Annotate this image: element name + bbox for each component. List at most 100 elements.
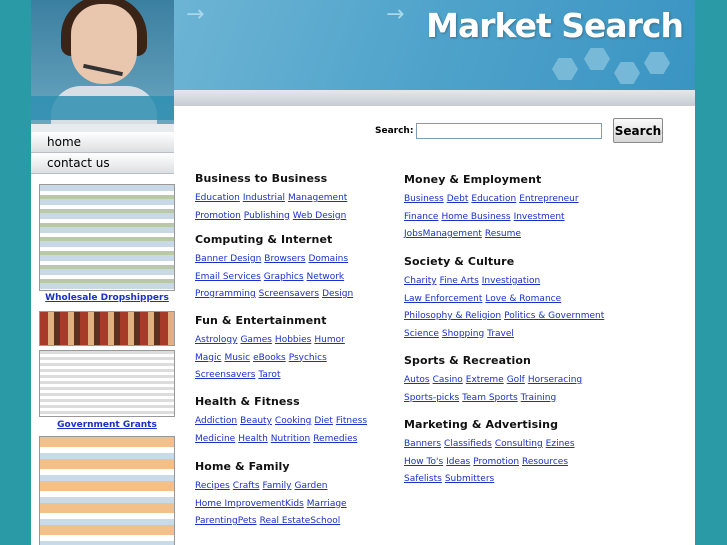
category-link-golf[interactable]: Golf <box>507 375 525 385</box>
category-link-music[interactable]: Music <box>224 353 250 363</box>
ad-image-dropshippers[interactable] <box>39 184 175 291</box>
category-link-love-romance[interactable]: Love & Romance <box>485 294 561 304</box>
category-link-sports-picks[interactable]: Sports-picks <box>404 393 459 403</box>
category-link-hobbies[interactable]: Hobbies <box>275 335 311 345</box>
category-link-games[interactable]: Games <box>240 335 271 345</box>
category-link-ideas[interactable]: Ideas <box>446 457 470 467</box>
category-link-education[interactable]: Education <box>471 194 516 204</box>
category-link-network[interactable]: Network <box>307 272 345 282</box>
category-link-ezines[interactable]: Ezines <box>546 439 575 449</box>
category-link-nutrition[interactable]: Nutrition <box>271 434 310 444</box>
category-link-home-improvementkids[interactable]: Home ImprovementKids <box>195 499 304 509</box>
category-link-philosophy-religion[interactable]: Philosophy & Religion <box>404 311 501 321</box>
ad-link-grants[interactable]: Government Grants <box>39 420 175 430</box>
category-link-remedies[interactable]: Remedies <box>313 434 357 444</box>
category-link-domains[interactable]: Domains <box>308 254 348 264</box>
category-link-jobsmanagement[interactable]: JobsManagement <box>404 229 482 239</box>
ad-thumbnail <box>40 351 174 416</box>
category-link-promotion[interactable]: Promotion <box>473 457 519 467</box>
category-link-screensavers[interactable]: Screensavers <box>259 289 319 299</box>
category-link-entrepreneur[interactable]: Entrepreneur <box>519 194 578 204</box>
category-link-family[interactable]: Family <box>263 481 292 491</box>
ad-image-grants[interactable] <box>39 350 175 417</box>
category-link-politics-government[interactable]: Politics & Government <box>504 311 604 321</box>
left-sidebar: home contact us Wholesale Dropshippers G… <box>31 124 175 545</box>
category-link-beauty[interactable]: Beauty <box>240 416 272 426</box>
hexagon-decoration <box>552 58 578 80</box>
category-link-recipes[interactable]: Recipes <box>195 481 230 491</box>
category-link-diet[interactable]: Diet <box>314 416 333 426</box>
category-link-business[interactable]: Business <box>404 194 444 204</box>
category-link-education[interactable]: Education <box>195 193 240 203</box>
category-link-medicine[interactable]: Medicine <box>195 434 235 444</box>
category-link-parentingpets[interactable]: ParentingPets <box>195 516 257 526</box>
category-link-charity[interactable]: Charity <box>404 276 437 286</box>
category-link-finance[interactable]: Finance <box>404 212 438 222</box>
link-row: Sports-picks Team Sports Training <box>404 390 604 408</box>
category-link-ebooks[interactable]: eBooks <box>253 353 286 363</box>
category-link-investigation[interactable]: Investigation <box>482 276 540 286</box>
category-link-humor[interactable]: Humor <box>314 335 344 345</box>
category-link-programming[interactable]: Programming <box>195 289 256 299</box>
search-input[interactable] <box>416 123 602 139</box>
ad-image-banner[interactable] <box>39 311 175 346</box>
category-link-email-services[interactable]: Email Services <box>195 272 261 282</box>
nav-contact-button[interactable]: contact us <box>31 153 174 174</box>
category-link-casino[interactable]: Casino <box>433 375 463 385</box>
category-link-law-enforcement[interactable]: Law Enforcement <box>404 294 482 304</box>
nav-home-button[interactable]: home <box>31 124 174 153</box>
category-link-screensavers[interactable]: Screensavers <box>195 370 255 380</box>
category-link-graphics[interactable]: Graphics <box>264 272 304 282</box>
ad-link-dropshippers[interactable]: Wholesale Dropshippers <box>39 293 175 303</box>
category-link-classifieds[interactable]: Classifieds <box>444 439 492 449</box>
category-link-garden[interactable]: Garden <box>294 481 327 491</box>
category-link-tarot[interactable]: Tarot <box>258 370 280 380</box>
category-link-banners[interactable]: Banners <box>404 439 441 449</box>
category-link-training[interactable]: Training <box>521 393 557 403</box>
category-link-browsers[interactable]: Browsers <box>264 254 305 264</box>
category-link-promotion[interactable]: Promotion <box>195 211 241 221</box>
category-link-banner-design[interactable]: Banner Design <box>195 254 261 264</box>
category-link-team-sports[interactable]: Team Sports <box>462 393 518 403</box>
category-link-how-to-s[interactable]: How To's <box>404 457 443 467</box>
category-link-design[interactable]: Design <box>322 289 353 299</box>
category-link-investment[interactable]: Investment <box>514 212 565 222</box>
category-link-crafts[interactable]: Crafts <box>233 481 260 491</box>
category-link-psychics[interactable]: Psychics <box>289 353 327 363</box>
category-link-consulting[interactable]: Consulting <box>495 439 543 449</box>
category-link-publishing[interactable]: Publishing <box>244 211 290 221</box>
category-link-debt[interactable]: Debt <box>447 194 469 204</box>
arrow-right-icon: → <box>386 2 405 27</box>
category-link-health[interactable]: Health <box>238 434 268 444</box>
category-link-safelists[interactable]: Safelists <box>404 474 442 484</box>
category-link-science[interactable]: Science <box>404 329 439 339</box>
category-link-home-business[interactable]: Home Business <box>441 212 510 222</box>
category-link-travel[interactable]: Travel <box>487 329 514 339</box>
category-link-marriage[interactable]: Marriage <box>307 499 347 509</box>
category-link-autos[interactable]: Autos <box>404 375 430 385</box>
category-title: Society & Culture <box>404 255 515 268</box>
category-link-shopping[interactable]: Shopping <box>442 329 484 339</box>
category-link-horseracing[interactable]: Horseracing <box>528 375 582 385</box>
category-link-fine-arts[interactable]: Fine Arts <box>440 276 479 286</box>
category-link-industrial[interactable]: Industrial <box>243 193 285 203</box>
category-link-extreme[interactable]: Extreme <box>466 375 504 385</box>
category-link-real-estateschool[interactable]: Real EstateSchool <box>260 516 341 526</box>
search-button[interactable]: Search <box>613 118 663 143</box>
category-link-magic[interactable]: Magic <box>195 353 221 363</box>
category-link-management[interactable]: Management <box>288 193 347 203</box>
category-link-addiction[interactable]: Addiction <box>195 416 237 426</box>
search-label: Search: <box>375 126 414 136</box>
category-link-resources[interactable]: Resources <box>522 457 568 467</box>
category-links: Addiction Beauty Cooking Diet Fitness Medicin… <box>195 413 395 448</box>
category-link-submitters[interactable]: Submitters <box>445 474 494 484</box>
link-row: Magic Music eBooks Psychics <box>195 350 395 368</box>
category-link-web-design[interactable]: Web Design <box>293 211 347 221</box>
category-link-astrology[interactable]: Astrology <box>195 335 237 345</box>
category-link-cooking[interactable]: Cooking <box>275 416 311 426</box>
category-link-fitness[interactable]: Fitness <box>336 416 367 426</box>
ad-image-bottom[interactable] <box>39 436 175 545</box>
category-link-resume[interactable]: Resume <box>485 229 521 239</box>
link-row: Business Debt Education Entrepreneur <box>404 191 604 209</box>
hexagon-decoration <box>644 52 670 74</box>
